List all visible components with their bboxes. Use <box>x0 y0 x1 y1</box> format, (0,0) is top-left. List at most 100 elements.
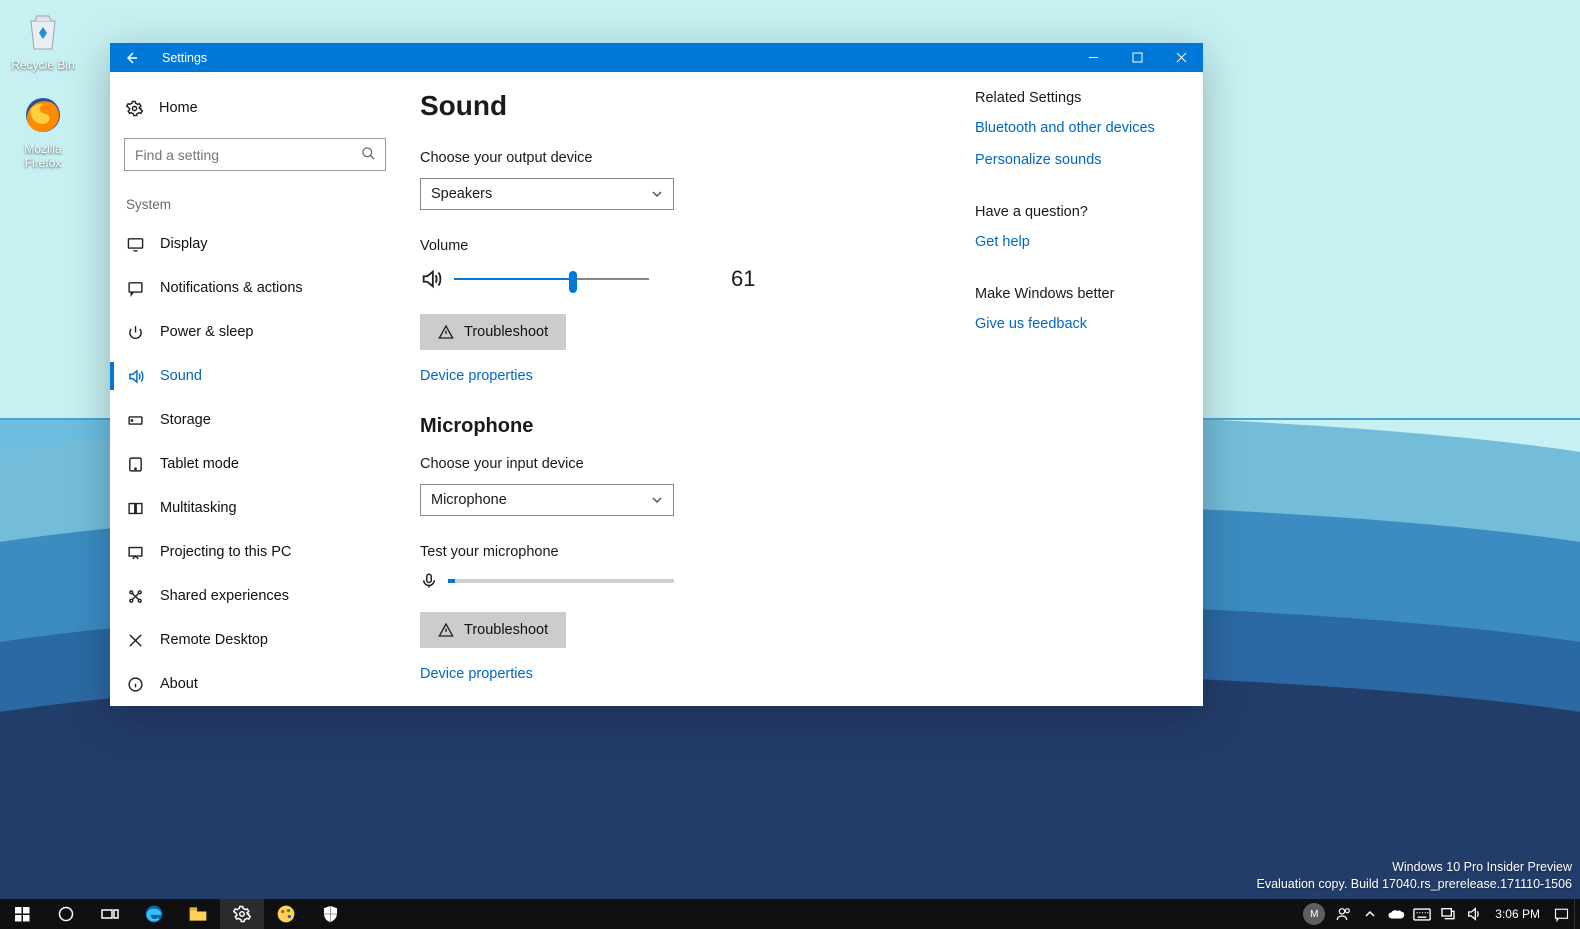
tray-keyboard-icon[interactable] <box>1409 899 1435 929</box>
mic-level-bar <box>448 579 674 583</box>
sidebar-home[interactable]: Home <box>110 88 400 128</box>
output-device-dropdown[interactable]: Speakers <box>420 178 674 210</box>
tray-network-icon[interactable] <box>1435 899 1461 929</box>
output-device-properties-link[interactable]: Device properties <box>420 368 533 384</box>
button-label: Troubleshoot <box>464 324 548 340</box>
microphone-heading: Microphone <box>420 415 975 438</box>
dropdown-selected: Microphone <box>431 492 507 508</box>
sidebar-item-label: Power & sleep <box>160 324 254 340</box>
dropdown-selected: Speakers <box>431 186 492 202</box>
output-device-label: Choose your output device <box>420 150 975 166</box>
sidebar-item-storage[interactable]: Storage <box>110 398 400 442</box>
people-button[interactable]: M <box>1303 903 1325 925</box>
show-desktop-button[interactable] <box>1574 899 1580 929</box>
warning-icon <box>438 324 454 340</box>
tray-people-icon[interactable] <box>1331 899 1357 929</box>
search-input[interactable] <box>124 138 386 171</box>
link-personalize-sounds[interactable]: Personalize sounds <box>975 152 1175 168</box>
chevron-down-icon <box>651 188 663 200</box>
sidebar-search[interactable] <box>124 138 386 171</box>
taskbar-app-security[interactable] <box>308 899 352 929</box>
display-icon <box>126 235 144 253</box>
sidebar-item-label: Notifications & actions <box>160 280 303 296</box>
projecting-icon <box>126 543 144 561</box>
question-heading: Have a question? <box>975 204 1175 220</box>
sidebar-item-label: Display <box>160 236 208 252</box>
firefox-icon <box>20 92 66 138</box>
back-button[interactable] <box>110 43 154 72</box>
desktop: Recycle Bin Mozilla Firefox Windows 10 P… <box>0 0 1580 929</box>
tray-volume-icon[interactable] <box>1461 899 1487 929</box>
sidebar-item-projecting[interactable]: Projecting to this PC <box>110 530 400 574</box>
link-feedback[interactable]: Give us feedback <box>975 316 1175 332</box>
desktop-icon-firefox[interactable]: Mozilla Firefox <box>6 92 80 170</box>
taskbar-app-explorer[interactable] <box>176 899 220 929</box>
desktop-icon-recycle-bin[interactable]: Recycle Bin <box>6 8 80 72</box>
mic-troubleshoot-button[interactable]: Troubleshoot <box>420 612 566 648</box>
related-settings-heading: Related Settings <box>975 90 1175 106</box>
sidebar-item-label: Tablet mode <box>160 456 239 472</box>
sidebar-group-label: System <box>110 171 400 222</box>
start-button[interactable] <box>0 899 44 929</box>
maximize-button[interactable] <box>1115 43 1159 72</box>
cortana-button[interactable] <box>44 899 88 929</box>
page-title: Sound <box>420 90 975 122</box>
titlebar[interactable]: Settings <box>110 43 1203 72</box>
window-title: Settings <box>162 51 207 65</box>
tray-onedrive-icon[interactable] <box>1383 899 1409 929</box>
link-get-help[interactable]: Get help <box>975 234 1175 250</box>
button-label: Troubleshoot <box>464 622 548 638</box>
mic-device-properties-link[interactable]: Device properties <box>420 666 533 682</box>
settings-window: Settings Home <box>110 43 1203 706</box>
storage-icon <box>126 411 144 429</box>
warning-icon <box>438 622 454 638</box>
sidebar-item-label: Sound <box>160 368 202 384</box>
better-heading: Make Windows better <box>975 286 1175 302</box>
sidebar-item-multitasking[interactable]: Multitasking <box>110 486 400 530</box>
sidebar-item-label: Multitasking <box>160 500 237 516</box>
tray-notifications-icon[interactable] <box>1548 899 1574 929</box>
input-device-dropdown[interactable]: Microphone <box>420 484 674 516</box>
sidebar-item-power[interactable]: Power & sleep <box>110 310 400 354</box>
desktop-icon-label: Mozilla Firefox <box>6 142 80 170</box>
taskbar-app-settings[interactable] <box>220 899 264 929</box>
sidebar-item-remote[interactable]: Remote Desktop <box>110 618 400 662</box>
tray-chevron-up-icon[interactable] <box>1357 899 1383 929</box>
sidebar-item-shared[interactable]: Shared experiences <box>110 574 400 618</box>
search-icon <box>361 146 376 161</box>
shared-icon <box>126 587 144 605</box>
sidebar-item-label: About <box>160 676 198 692</box>
main-content: Sound Choose your output device Speakers… <box>420 90 975 686</box>
recycle-bin-icon <box>20 8 66 54</box>
mic-test-label: Test your microphone <box>420 544 975 560</box>
speaker-icon[interactable] <box>420 268 442 290</box>
volume-value: 61 <box>731 266 755 292</box>
about-icon <box>126 675 144 693</box>
task-view-button[interactable] <box>88 899 132 929</box>
taskbar-app-paint[interactable] <box>264 899 308 929</box>
sidebar-item-sound[interactable]: Sound <box>110 354 400 398</box>
input-device-label: Choose your input device <box>420 456 975 472</box>
sidebar-item-label: Storage <box>160 412 211 428</box>
sidebar-item-tablet[interactable]: Tablet mode <box>110 442 400 486</box>
minimize-button[interactable] <box>1071 43 1115 72</box>
taskbar[interactable]: M 3:06 PM <box>0 899 1580 929</box>
volume-slider[interactable] <box>454 269 649 289</box>
power-icon <box>126 323 144 341</box>
chevron-down-icon <box>651 494 663 506</box>
close-button[interactable] <box>1159 43 1203 72</box>
output-troubleshoot-button[interactable]: Troubleshoot <box>420 314 566 350</box>
sidebar-item-label: Remote Desktop <box>160 632 268 648</box>
taskbar-app-edge[interactable] <box>132 899 176 929</box>
sound-icon <box>126 367 144 385</box>
tray-clock[interactable]: 3:06 PM <box>1487 907 1548 921</box>
link-bluetooth[interactable]: Bluetooth and other devices <box>975 120 1175 136</box>
windows-watermark: Windows 10 Pro Insider Preview Evaluatio… <box>1257 859 1573 893</box>
gear-icon <box>126 100 143 117</box>
sidebar-item-notifications[interactable]: Notifications & actions <box>110 266 400 310</box>
volume-label: Volume <box>420 238 975 254</box>
sidebar-item-about[interactable]: About <box>110 662 400 706</box>
sidebar: Home System Display Notifications & acti… <box>110 72 400 706</box>
tablet-icon <box>126 455 144 473</box>
sidebar-item-display[interactable]: Display <box>110 222 400 266</box>
